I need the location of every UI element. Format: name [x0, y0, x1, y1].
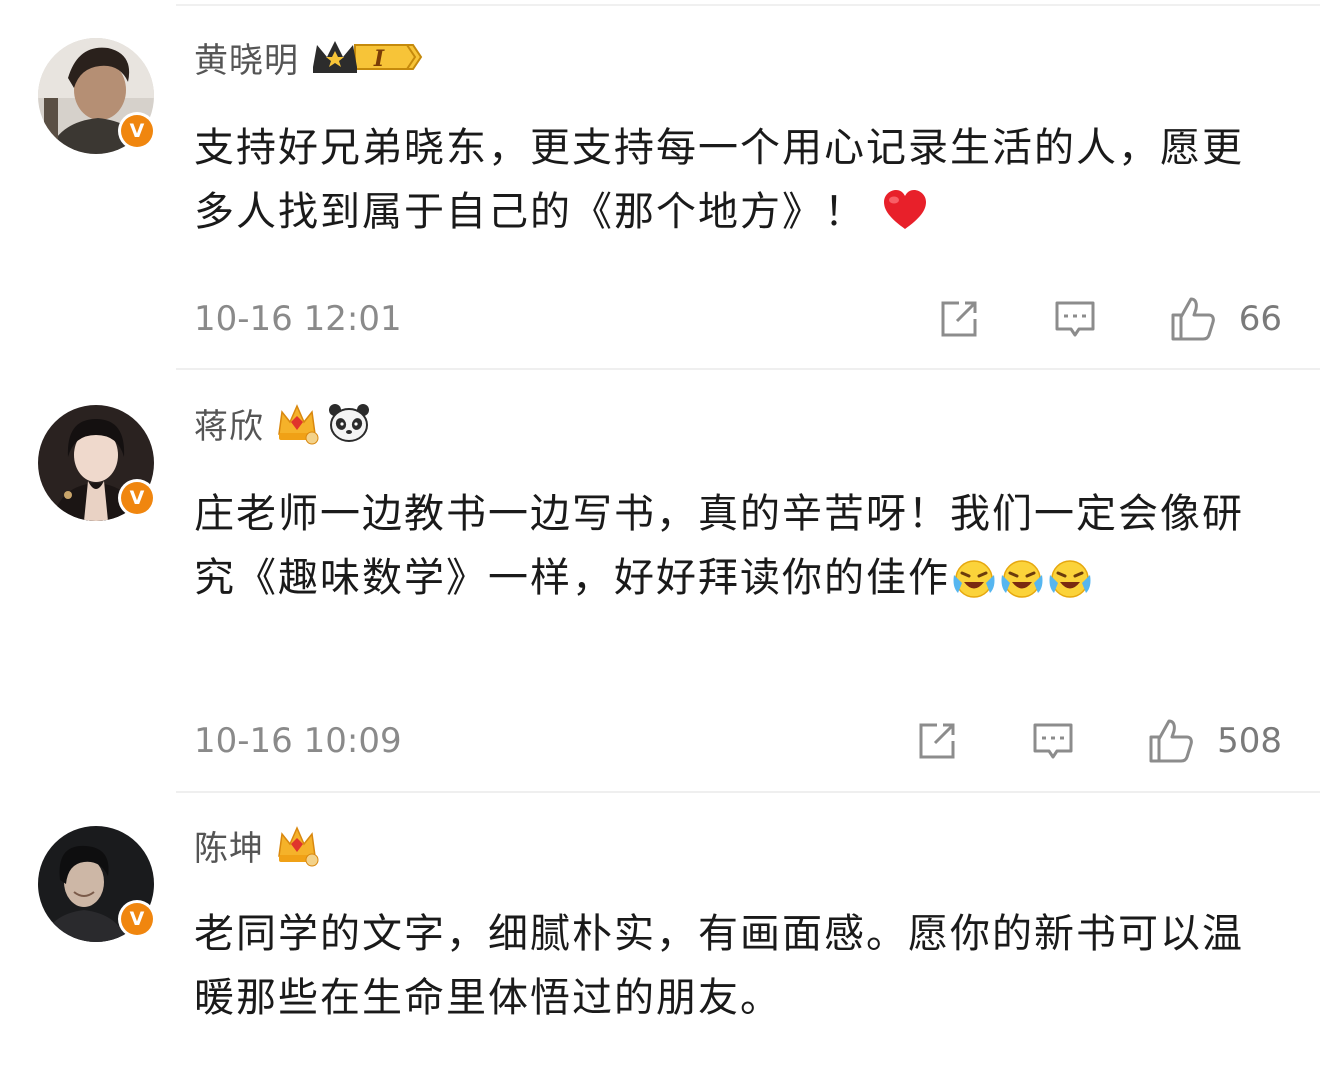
panda-icon[interactable]: [326, 400, 372, 446]
comment-body: 庄老师一边教书一边写书，真的辛苦呀！我们一定会像研究《趣味数学》一样，好好拜读你…: [194, 482, 1284, 610]
like-count: 508: [1217, 721, 1282, 761]
verified-v-icon: V: [118, 479, 156, 517]
crown-level-badge-icon[interactable]: I: [309, 37, 423, 77]
share-icon: [919, 723, 955, 759]
comment-body: 老同学的文字，细腻朴实，有画面感。愿你的新书可以温暖那些在生命里体悟过的朋友。: [194, 902, 1284, 1030]
comment-body: 支持好兄弟晓东，更支持每一个用心记录生活的人，愿更多人找到属于自己的《那个地方》…: [194, 116, 1284, 244]
comment-text: 支持好兄弟晓东，更支持每一个用心记录生活的人，愿更多人找到属于自己的《那个地方》…: [194, 125, 1244, 235]
verified-v-icon: V: [118, 112, 156, 150]
heart-icon: [881, 187, 929, 235]
comment-divider: [176, 368, 1320, 370]
share-icon: [941, 301, 977, 337]
reply-button[interactable]: [1031, 719, 1075, 763]
thumbs-up-icon: [1171, 297, 1215, 341]
top-divider: [176, 4, 1320, 6]
reply-icon: [1033, 723, 1073, 759]
gem-crown-badge-icon[interactable]: [274, 400, 320, 446]
avatar[interactable]: V: [38, 826, 156, 942]
verified-v-icon: V: [118, 900, 156, 938]
reply-button[interactable]: [1053, 297, 1097, 341]
laugh-cry-emoji-icon: [998, 553, 1046, 601]
timestamp: 10-16 10:09: [194, 721, 402, 761]
share-button[interactable]: [937, 297, 981, 341]
user-name[interactable]: 黄晓明: [194, 33, 299, 82]
comment-list: V 黄晓明 I 支持好兄弟晓东，更支持每一个用心记录生活的人，愿更多人找到属于自…: [0, 0, 1320, 1065]
reply-icon: [1055, 301, 1095, 337]
avatar[interactable]: V: [38, 405, 156, 521]
timestamp: 10-16 12:01: [194, 299, 402, 339]
comment-text: 老同学的文字，细腻朴实，有画面感。愿你的新书可以温暖那些在生命里体悟过的朋友。: [194, 911, 1244, 1021]
user-name[interactable]: 蒋欣: [194, 399, 264, 448]
like-count: 66: [1238, 299, 1282, 339]
svg-text:I: I: [373, 46, 385, 72]
thumbs-up-icon: [1149, 719, 1193, 763]
like-button[interactable]: 66: [1169, 295, 1282, 343]
user-name[interactable]: 陈坤: [194, 821, 264, 870]
like-button[interactable]: 508: [1147, 717, 1282, 765]
action-bar: 66: [937, 294, 1282, 344]
share-button[interactable]: [915, 719, 959, 763]
comment-divider: [176, 791, 1320, 793]
action-bar: 508: [915, 716, 1282, 766]
laugh-cry-emoji-icon: [1046, 553, 1094, 601]
gem-crown-badge-icon[interactable]: [274, 822, 320, 868]
laugh-cry-emoji-icon: [950, 553, 998, 601]
avatar[interactable]: V: [38, 38, 156, 154]
